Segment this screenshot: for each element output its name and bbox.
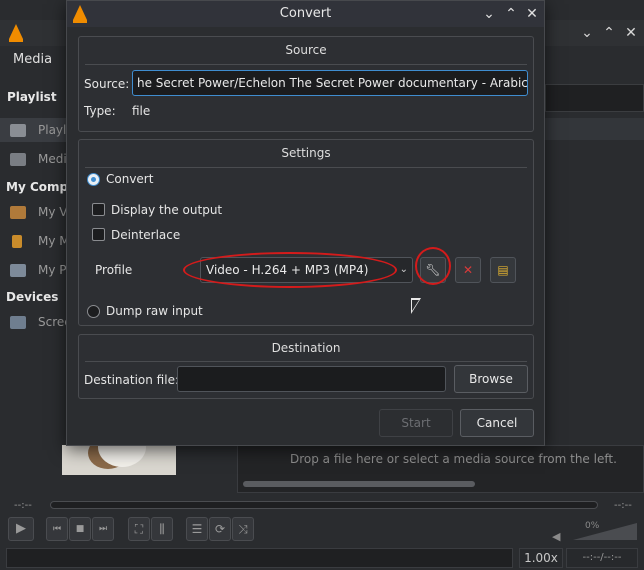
playlist-icon: ☰ <box>191 522 203 536</box>
type-label: Type: <box>84 104 116 118</box>
destination-group: Destination Destination file: Browse <box>78 334 534 399</box>
deinterlace-checkbox[interactable] <box>92 228 105 241</box>
fullscreen-button[interactable]: ⛶ <box>128 517 150 541</box>
volume-percent: 0% <box>585 521 600 531</box>
convert-dialog: Convert ⌄ ⌃ ✕ Source Source: he Secret P… <box>66 0 545 446</box>
stop-button[interactable]: ■ <box>69 517 91 541</box>
close-icon[interactable]: ✕ <box>523 5 541 23</box>
settings-group: Settings Convert Display the output Dein… <box>78 139 534 326</box>
loop-icon: ⟳ <box>214 522 226 536</box>
divider <box>85 64 527 65</box>
source-group-title: Source <box>285 43 327 57</box>
playlist-toggle-button[interactable]: ☰ <box>186 517 208 541</box>
display-output-checkbox[interactable] <box>92 203 105 216</box>
search-panel <box>545 84 644 112</box>
total-time: --:--/--:-- <box>566 548 638 568</box>
status-text <box>6 548 513 568</box>
maximize-chevron-icon[interactable]: ⌃ <box>502 5 520 23</box>
previous-button[interactable]: ⏮ <box>46 517 68 541</box>
loop-button[interactable]: ⟳ <box>209 517 231 541</box>
speaker-icon[interactable]: ◀ <box>552 530 560 543</box>
fullscreen-icon: ⛶ <box>134 522 144 536</box>
divider <box>85 167 527 168</box>
next-icon: ⏭ <box>98 524 108 534</box>
next-button[interactable]: ⏭ <box>92 517 114 541</box>
type-value: file <box>132 104 151 118</box>
play-button[interactable]: ▶ <box>8 517 34 541</box>
new-profile-button[interactable]: ▤ <box>490 257 516 283</box>
delete-profile-button[interactable]: ✕ <box>455 257 481 283</box>
destination-group-title: Destination <box>271 341 341 355</box>
chevron-down-icon: ⌄ <box>399 264 408 275</box>
sidebar-header-playlist: Playlist <box>7 90 57 104</box>
vlc-logo-icon <box>9 24 23 42</box>
cancel-button[interactable]: Cancel <box>460 409 534 437</box>
sidebar-item-label: My M <box>38 234 70 248</box>
media-library-icon <box>10 153 26 166</box>
equalizer-icon: ⫼ <box>159 522 165 536</box>
wrench-icon: 🔧︎ <box>425 263 441 277</box>
close-icon[interactable]: ✕ <box>622 24 640 42</box>
minimize-chevron-icon[interactable]: ⌄ <box>480 5 498 23</box>
horizontal-scrollbar[interactable] <box>243 481 475 487</box>
picture-icon <box>10 264 26 277</box>
start-button[interactable]: Start <box>379 409 453 437</box>
new-profile-icon: ▤ <box>497 263 509 277</box>
music-note-icon <box>12 235 22 248</box>
film-icon <box>10 206 26 219</box>
profile-label: Profile <box>95 263 133 277</box>
shuffle-button[interactable]: ⤨ <box>232 517 254 541</box>
playback-speed[interactable]: 1.00x <box>519 548 563 568</box>
stop-icon: ■ <box>75 524 85 534</box>
playlist-icon <box>10 124 26 137</box>
playlist-column-header <box>545 118 644 140</box>
divider <box>85 361 527 362</box>
delete-icon: ✕ <box>462 263 474 277</box>
convert-radio[interactable] <box>87 173 100 186</box>
chevron-up-icon[interactable]: ⌃ <box>600 24 618 42</box>
chevron-down-icon[interactable]: ⌄ <box>578 24 596 42</box>
menu-media[interactable]: Media <box>13 52 52 67</box>
profile-value: Video - H.264 + MP3 (MP4) <box>206 263 369 277</box>
destination-input[interactable] <box>177 366 446 392</box>
dump-raw-radio[interactable] <box>87 305 100 318</box>
elapsed-time: --:-- <box>14 500 32 511</box>
source-group: Source Source: he Secret Power/Echelon T… <box>78 36 534 132</box>
previous-icon: ⏮ <box>52 524 62 534</box>
album-art <box>62 445 176 475</box>
mouse-cursor-icon <box>411 298 421 314</box>
browse-button[interactable]: Browse <box>454 365 528 393</box>
profile-select[interactable]: Video - H.264 + MP3 (MP4) ⌄ <box>200 257 413 283</box>
equalizer-button[interactable]: ⫼ <box>151 517 173 541</box>
screen-icon <box>10 316 26 329</box>
deinterlace-label: Deinterlace <box>111 228 181 242</box>
play-icon: ▶ <box>16 521 26 536</box>
source-label: Source: <box>84 77 130 91</box>
seek-slider[interactable] <box>50 501 598 509</box>
convert-label: Convert <box>106 172 154 186</box>
volume-slider[interactable] <box>573 523 637 540</box>
shuffle-icon: ⤨ <box>238 522 248 536</box>
settings-group-title: Settings <box>281 146 331 160</box>
sidebar-item-label: My Pi <box>38 263 70 277</box>
sidebar-header-devices: Devices <box>6 290 59 304</box>
drop-hint: Drop a file here or select a media sourc… <box>290 452 617 466</box>
dump-raw-label: Dump raw input <box>106 304 203 318</box>
dialog-title: Convert <box>279 6 332 21</box>
source-input[interactable]: he Secret Power/Echelon The Secret Power… <box>132 70 528 96</box>
display-output-label: Display the output <box>111 203 223 217</box>
edit-profile-button[interactable]: 🔧︎ <box>420 257 446 283</box>
destination-label: Destination file: <box>84 373 179 387</box>
remaining-time: --:-- <box>614 500 632 511</box>
